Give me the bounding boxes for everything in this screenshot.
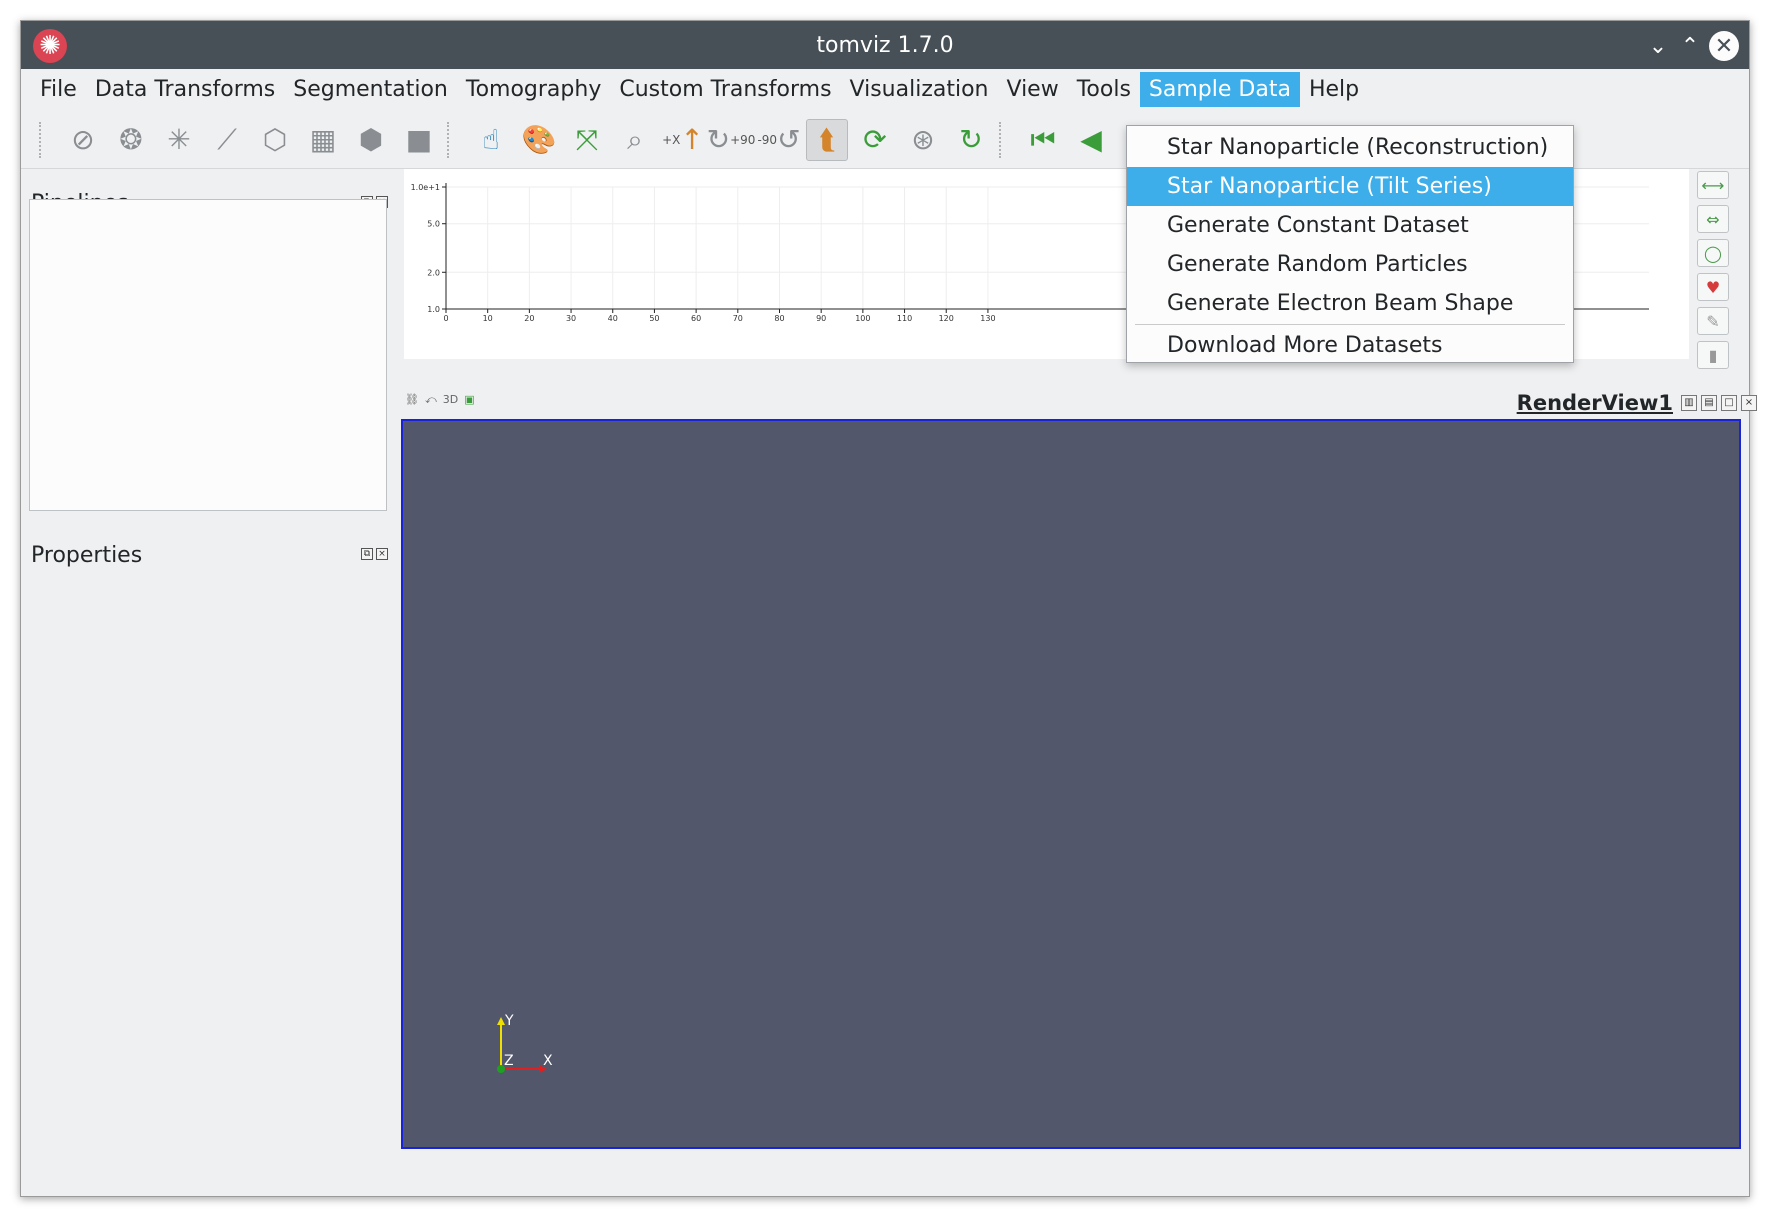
x-tick-label: 80 — [774, 314, 784, 323]
pipelines-panel[interactable] — [29, 199, 387, 511]
split-horizontal-icon[interactable]: ▥ — [1681, 395, 1697, 411]
render-view-tools: ⛓ ⤺ 3D ▣ — [405, 393, 475, 407]
axis-plus-x-label: +X — [662, 132, 681, 147]
reset-camera-icon[interactable]: ⤧ — [566, 119, 608, 161]
x-tick-label: 50 — [649, 314, 659, 323]
dock-float-icon[interactable]: ⧉ — [361, 548, 373, 560]
menu-bar: File Data Transforms Segmentation Tomogr… — [21, 69, 1749, 109]
menu-custom-transforms[interactable]: Custom Transforms — [610, 72, 840, 107]
menu-sample-data[interactable]: Sample Data — [1139, 71, 1300, 107]
close-view-icon[interactable]: × — [1741, 395, 1757, 411]
render-view-title[interactable]: RenderView1 — [1517, 391, 1673, 415]
outline-icon[interactable]: ⬡ — [254, 119, 296, 161]
x-tick-label: 30 — [566, 314, 576, 323]
menu-view[interactable]: View — [998, 72, 1068, 107]
fit-range-icon[interactable]: ⟷ — [1697, 171, 1729, 199]
minimize-icon[interactable]: ⌄ — [1643, 31, 1673, 61]
select-icon[interactable]: ☝ — [470, 119, 512, 161]
rotate-plus-90-icon[interactable]: ↻ +90 — [707, 119, 756, 161]
split-vertical-icon[interactable]: ▤ — [1701, 395, 1717, 411]
reset-view-icon[interactable]: ⊛ — [902, 119, 944, 161]
menu-item-download-datasets[interactable]: Download More Datasets — [1127, 326, 1573, 365]
menu-item-star-tilt-series[interactable]: Star Nanoparticle (Tilt Series) — [1127, 167, 1573, 206]
first-frame-icon[interactable]: ⏮ — [1022, 119, 1064, 161]
y-axis-arrow — [497, 1017, 505, 1025]
menu-tools[interactable]: Tools — [1068, 72, 1140, 107]
toolbar-grip[interactable] — [39, 121, 45, 158]
menu-item-electron-beam[interactable]: Generate Electron Beam Shape — [1127, 284, 1573, 323]
previous-frame-icon[interactable]: ◀ — [1070, 119, 1112, 161]
z-axis-label: Z — [504, 1053, 514, 1069]
x-tick-label: 90 — [816, 314, 826, 323]
ruler-icon[interactable]: ⟋ — [206, 119, 248, 161]
y-tick-label: 5.0 — [427, 220, 440, 229]
toggle-axes-icon[interactable]: ⮬ — [806, 118, 848, 161]
y-tick-label: 2.0 — [427, 268, 440, 277]
menu-item-random-particles[interactable]: Generate Random Particles — [1127, 245, 1573, 284]
contour-icon[interactable]: ❂ — [110, 119, 152, 161]
rotate-minus-90-icon[interactable]: -90 ↺ — [757, 119, 800, 161]
render-view[interactable]: Y Z X — [401, 419, 1741, 1149]
dock-close-icon[interactable]: × — [376, 548, 388, 560]
window-title: tomviz 1.7.0 — [816, 33, 954, 58]
x-tick-label: 100 — [855, 314, 870, 323]
orientation-axes: Y Z X — [497, 1013, 553, 1073]
menu-visualization[interactable]: Visualization — [841, 72, 998, 107]
rotate-minus-90-label: -90 — [757, 132, 778, 147]
box-icon[interactable]: ▦ — [302, 119, 344, 161]
camera-undo-icon[interactable]: ⤺ — [425, 393, 437, 407]
x-tick-label: 0 — [443, 314, 448, 323]
maximize-icon[interactable]: ⌃ — [1675, 31, 1705, 61]
threshold-icon[interactable]: ✳ — [158, 119, 200, 161]
edit-icon[interactable]: ✎ — [1697, 307, 1729, 335]
cube-solid-icon[interactable]: ■ — [398, 119, 440, 161]
toolbar-grip[interactable] — [999, 121, 1005, 158]
colorbar-icon[interactable]: ▮ — [1697, 341, 1729, 369]
histogram-side-tools: ⟷ ⇔ ◯ ♥ ✎ ▮ — [1697, 171, 1733, 375]
title-bar[interactable]: ✺ tomviz 1.7.0 ⌄ ⌃ ✕ — [21, 21, 1749, 69]
x-axis-label: X — [543, 1053, 553, 1069]
y-tick-label: 1.0 — [427, 305, 440, 314]
invert-icon[interactable]: ◯ — [1697, 239, 1729, 267]
slice-icon[interactable]: ⊘ — [62, 119, 104, 161]
rotate-plus-90-label: +90 — [730, 132, 756, 147]
sample-data-menu: Star Nanoparticle (Reconstruction) Star … — [1126, 125, 1574, 363]
x-tick-label: 120 — [939, 314, 954, 323]
main-window: ✺ tomviz 1.7.0 ⌄ ⌃ ✕ File Data Transform… — [20, 20, 1757, 1197]
zoom-to-box-icon[interactable]: ⌕ — [614, 119, 656, 161]
x-tick-label: 70 — [733, 314, 743, 323]
custom-range-icon[interactable]: ⇔ — [1697, 205, 1729, 233]
preset-icon[interactable]: ♥ — [1697, 273, 1729, 301]
camera-link-icon[interactable]: ⛓ — [405, 393, 419, 407]
x-tick-label: 60 — [691, 314, 701, 323]
x-tick-label: 40 — [608, 314, 618, 323]
rotate-cursor-icon[interactable]: ↻ — [950, 119, 992, 161]
toolbar-grip[interactable] — [447, 121, 453, 158]
screenshot-icon[interactable]: ▣ — [464, 393, 474, 407]
y-tick-label: 1.0e+1 — [411, 183, 440, 192]
render-view-header: ⛓ ⤺ 3D ▣ RenderView1 ▥ ▤ □ × — [401, 387, 1763, 417]
x-tick-label: 130 — [980, 314, 995, 323]
menu-data-transforms[interactable]: Data Transforms — [86, 72, 284, 107]
refresh-icon[interactable]: ⟳ — [854, 119, 896, 161]
menu-item-star-reconstruction[interactable]: Star Nanoparticle (Reconstruction) — [1127, 128, 1573, 167]
y-axis-label: Y — [504, 1013, 514, 1029]
menu-file[interactable]: File — [31, 72, 86, 107]
x-tick-label: 20 — [524, 314, 534, 323]
mode-3d-button[interactable]: 3D — [443, 393, 458, 407]
maximize-view-icon[interactable]: □ — [1721, 395, 1737, 411]
menu-tomography[interactable]: Tomography — [457, 72, 610, 107]
axis-plus-x-icon[interactable]: +X ↑ — [662, 119, 704, 161]
cube-open-icon[interactable]: ⬢ — [350, 119, 392, 161]
menu-item-constant-dataset[interactable]: Generate Constant Dataset — [1127, 206, 1573, 245]
x-tick-label: 10 — [483, 314, 493, 323]
palette-icon[interactable]: 🎨 — [518, 119, 560, 161]
menu-separator — [1135, 324, 1565, 325]
menu-help[interactable]: Help — [1300, 72, 1368, 107]
properties-title: Properties — [31, 543, 143, 568]
x-tick-label: 110 — [897, 314, 912, 323]
menu-segmentation[interactable]: Segmentation — [284, 72, 457, 107]
close-icon[interactable]: ✕ — [1709, 31, 1739, 61]
